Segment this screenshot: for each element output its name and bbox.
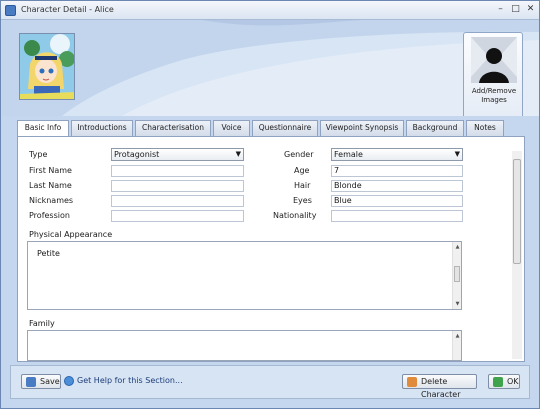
profession-label: Profession	[29, 211, 70, 220]
window-title: Character Detail - Alice	[21, 5, 114, 14]
panel-scrollbar[interactable]	[512, 151, 522, 359]
physical-appearance-label: Physical Appearance	[29, 230, 113, 239]
nicknames-field[interactable]	[111, 195, 244, 207]
eyes-label: Eyes	[293, 196, 312, 205]
gender-value: Female	[334, 150, 363, 159]
chevron-down-icon: ▼	[454, 150, 460, 158]
gender-label: Gender	[284, 150, 314, 159]
basic-info-panel: Type Protagonist ▼ First Name Last Name …	[17, 136, 525, 362]
hair-field[interactable]: Blonde	[331, 180, 463, 192]
tab-introductions[interactable]: Introductions	[71, 120, 133, 136]
save-icon	[26, 377, 36, 387]
check-icon	[493, 377, 503, 387]
tab-strip: Basic Info Introductions Characterisatio…	[17, 120, 517, 137]
character-detail-window: Character Detail - Alice – □ ✕ Add/Remov…	[0, 0, 540, 409]
scroll-down-icon[interactable]: ▼	[454, 301, 461, 307]
scrollbar-thumb[interactable]	[454, 266, 460, 282]
type-select[interactable]: Protagonist ▼	[111, 148, 244, 161]
type-label: Type	[29, 150, 48, 159]
physical-appearance-value: Petite	[37, 249, 60, 258]
scrollbar-thumb[interactable]	[513, 159, 521, 264]
type-value: Protagonist	[114, 150, 160, 159]
last-name-label: Last Name	[29, 181, 72, 190]
textarea-scrollbar[interactable]: ▲ ▼	[452, 242, 461, 309]
delete-icon	[407, 377, 417, 387]
banner-swoosh	[2, 20, 539, 116]
help-icon	[64, 376, 74, 386]
person-silhouette-icon	[471, 37, 517, 83]
ok-button[interactable]: OK	[488, 374, 520, 389]
app-icon	[5, 5, 16, 16]
gender-select[interactable]: Female ▼	[331, 148, 463, 161]
close-icon[interactable]: ✕	[525, 4, 536, 15]
tab-background[interactable]: Background	[406, 120, 464, 136]
scroll-up-icon[interactable]: ▲	[454, 244, 461, 250]
nationality-label: Nationality	[273, 211, 317, 220]
eyes-field[interactable]: Blue	[331, 195, 463, 207]
nicknames-label: Nicknames	[29, 196, 74, 205]
tab-viewpoint-synopsis[interactable]: Viewpoint Synopsis	[320, 120, 404, 136]
physical-appearance-textarea[interactable]: Petite ▲ ▼	[27, 241, 462, 310]
delete-character-button[interactable]: Delete Character	[402, 374, 477, 399]
tab-basic-info[interactable]: Basic Info	[17, 120, 69, 137]
character-portrait[interactable]	[19, 33, 75, 100]
nationality-field[interactable]	[331, 210, 463, 222]
chevron-down-icon: ▼	[235, 150, 241, 158]
header-banner: Add/Remove Images	[2, 20, 539, 116]
hair-label: Hair	[294, 181, 311, 190]
family-label: Family	[29, 319, 55, 328]
age-label: Age	[294, 166, 310, 175]
family-textarea[interactable]: ▲	[27, 330, 462, 361]
first-name-label: First Name	[29, 166, 72, 175]
first-name-field[interactable]	[111, 165, 244, 177]
add-images-label: Add/Remove Images	[471, 87, 517, 104]
last-name-field[interactable]	[111, 180, 244, 192]
title-bar[interactable]: Character Detail - Alice – □ ✕	[1, 1, 539, 20]
help-link[interactable]: Get Help for this Section...	[64, 376, 183, 386]
maximize-icon[interactable]: □	[510, 4, 521, 15]
scroll-up-icon[interactable]: ▲	[454, 333, 461, 339]
textarea-scrollbar[interactable]: ▲	[452, 331, 461, 360]
minimize-icon[interactable]: –	[495, 4, 506, 15]
add-remove-images-button[interactable]: Add/Remove Images	[463, 32, 523, 116]
tab-characterisation[interactable]: Characterisation	[135, 120, 211, 136]
save-button[interactable]: Save	[21, 374, 61, 389]
tab-notes[interactable]: Notes	[466, 120, 504, 136]
age-field[interactable]: 7	[331, 165, 463, 177]
profession-field[interactable]	[111, 210, 244, 222]
tab-questionnaire[interactable]: Questionnaire	[252, 120, 318, 136]
tab-voice[interactable]: Voice	[213, 120, 250, 136]
